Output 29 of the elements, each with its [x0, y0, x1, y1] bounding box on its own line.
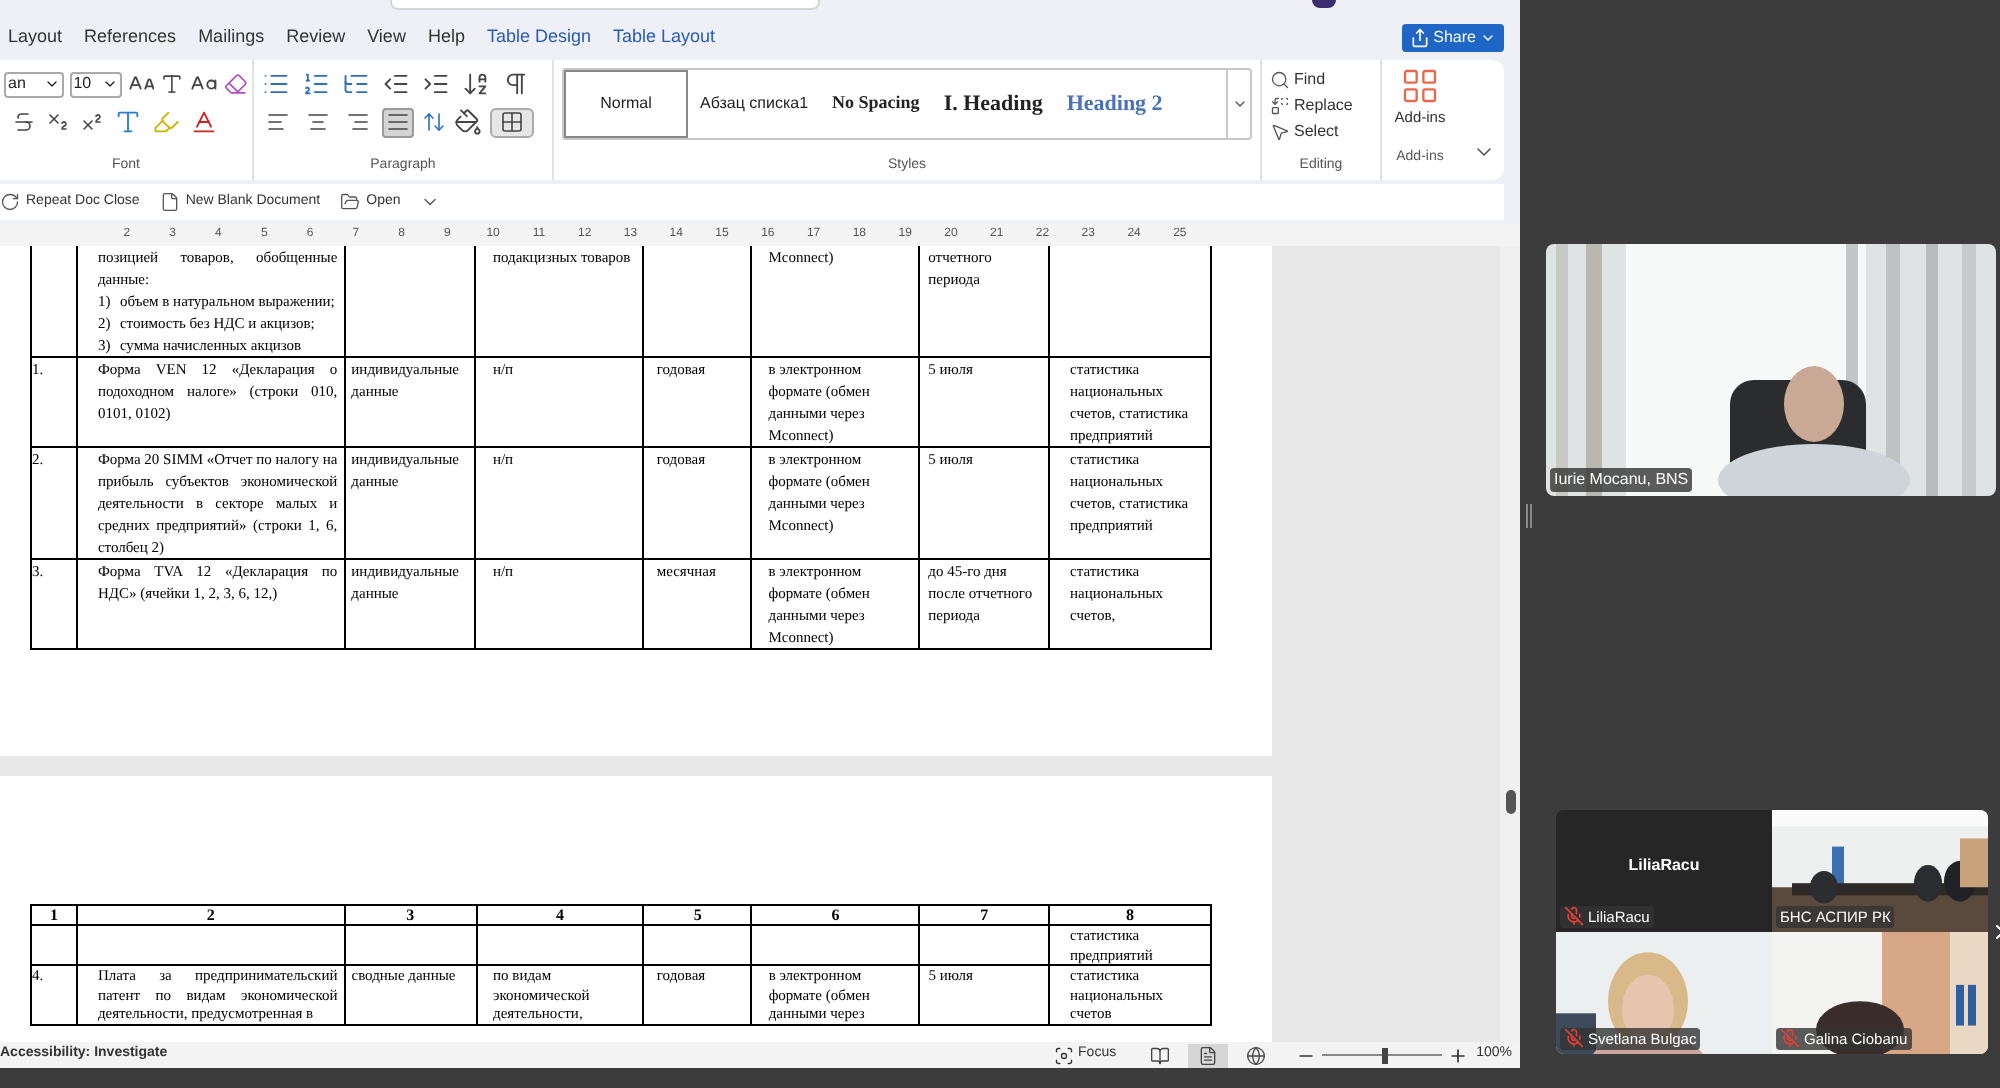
- ribbon-tab[interactable]: Layout: [8, 24, 63, 52]
- column-header: 6: [831, 906, 840, 924]
- ribbon-tab[interactable]: References: [84, 24, 177, 52]
- column-header: 2: [206, 906, 215, 924]
- column-header: 8: [1126, 906, 1134, 924]
- font-size-field[interactable]: 10: [69, 71, 122, 97]
- column-header: 7: [980, 906, 989, 924]
- editing-button[interactable]: Select: [1270, 118, 1372, 144]
- column-header: 3: [406, 906, 415, 924]
- share-button[interactable]: Share: [1401, 24, 1504, 52]
- participant-avatar-name: LiliaRacu: [1628, 853, 1700, 877]
- column-header: 4: [555, 906, 564, 924]
- style-option[interactable]: Normal: [564, 70, 688, 138]
- participant-name: Iurie Mocanu, BNS: [1550, 468, 1693, 492]
- style-option[interactable]: Абзац списка1: [688, 70, 821, 138]
- style-option[interactable]: Heading 2: [1054, 70, 1175, 138]
- ribbon-tab[interactable]: Table Design: [486, 24, 591, 52]
- ribbon-tab[interactable]: Table Layout: [613, 24, 716, 52]
- editing-button[interactable]: Replace: [1270, 92, 1372, 118]
- ribbon-tab[interactable]: Review: [286, 24, 346, 52]
- ribbon-tab[interactable]: View: [367, 24, 406, 52]
- editing-button[interactable]: Find: [1270, 66, 1372, 92]
- style-option[interactable]: No Spacing: [820, 70, 932, 138]
- font-name-field[interactable]: an: [4, 71, 64, 97]
- style-option[interactable]: I. Heading: [931, 70, 1055, 138]
- ribbon-tab[interactable]: Help: [427, 24, 465, 52]
- column-header: 5: [693, 906, 702, 924]
- column-header: 1: [49, 906, 58, 924]
- ribbon-tab[interactable]: Mailings: [198, 24, 265, 52]
